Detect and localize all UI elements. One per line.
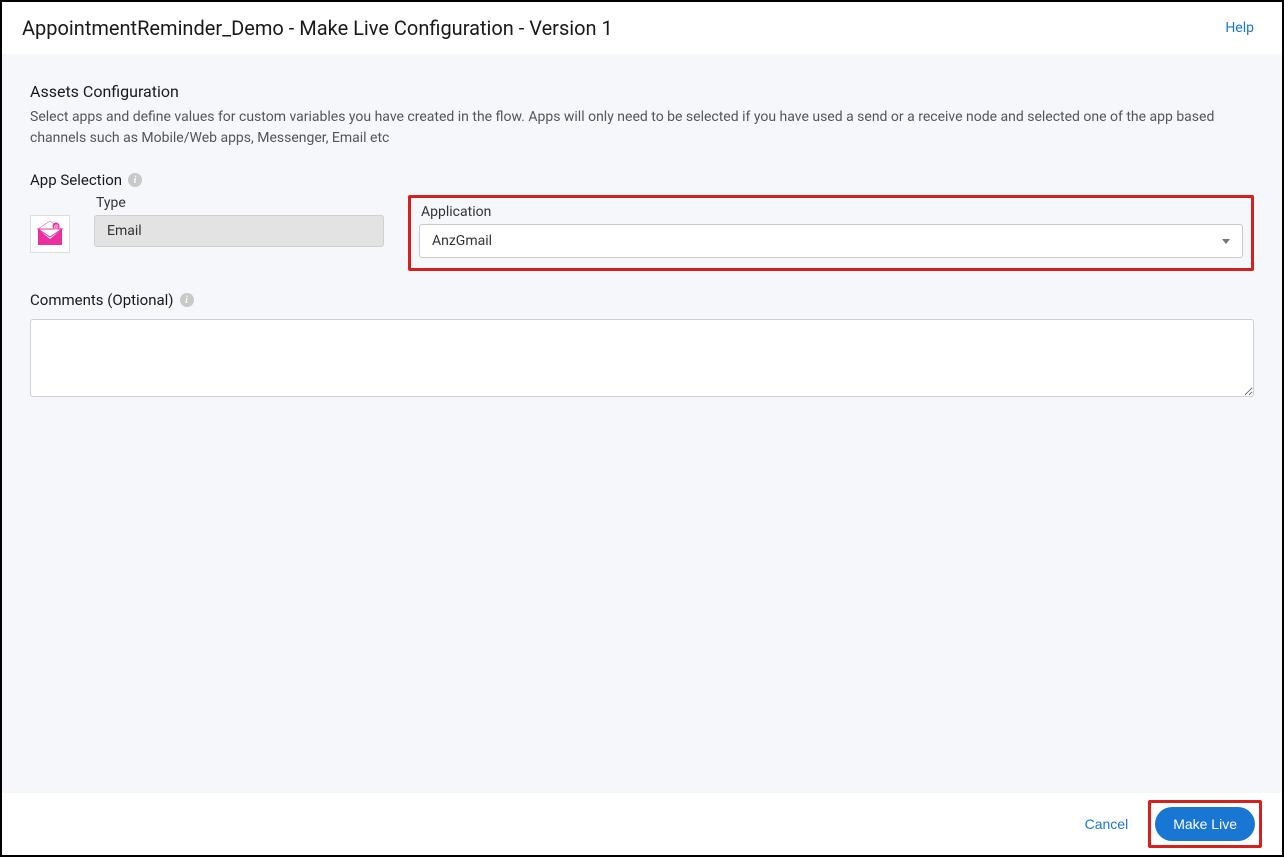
application-label: Application	[419, 204, 1243, 220]
application-select[interactable]: AnzGmail	[419, 224, 1243, 258]
info-icon[interactable]: i	[128, 173, 142, 187]
application-selected-value: AnzGmail	[432, 233, 492, 249]
make-live-button[interactable]: Make Live	[1155, 807, 1255, 841]
app-selection-label: App Selection	[30, 171, 122, 189]
make-live-highlight: Make Live	[1148, 800, 1262, 848]
cancel-button[interactable]: Cancel	[1079, 808, 1135, 840]
comments-label: Comments (Optional)	[30, 291, 174, 309]
comments-header: Comments (Optional) i	[30, 291, 1254, 309]
type-input: Email	[94, 215, 384, 247]
application-field-highlight: Application AnzGmail	[408, 195, 1254, 271]
app-selection-header: App Selection i	[30, 171, 1254, 189]
svg-text:@: @	[53, 225, 58, 231]
assets-config-title: Assets Configuration	[30, 82, 1254, 101]
help-link[interactable]: Help	[1225, 20, 1254, 36]
app-selection-row: @ Type Email Application AnzGmail	[30, 195, 1254, 271]
footer: Cancel Make Live	[2, 793, 1282, 855]
type-field: Type Email	[94, 195, 384, 247]
main-content: Assets Configuration Select apps and def…	[2, 54, 1282, 793]
page-header: AppointmentReminder_Demo - Make Live Con…	[2, 2, 1282, 54]
info-icon[interactable]: i	[180, 293, 194, 307]
email-channel-icon: @	[30, 215, 70, 253]
type-label: Type	[94, 195, 384, 211]
assets-config-description: Select apps and define values for custom…	[30, 107, 1254, 149]
chevron-down-icon	[1222, 239, 1230, 244]
comments-textarea[interactable]	[30, 319, 1254, 397]
email-icon: @	[36, 221, 64, 247]
page-title: AppointmentReminder_Demo - Make Live Con…	[22, 16, 613, 40]
